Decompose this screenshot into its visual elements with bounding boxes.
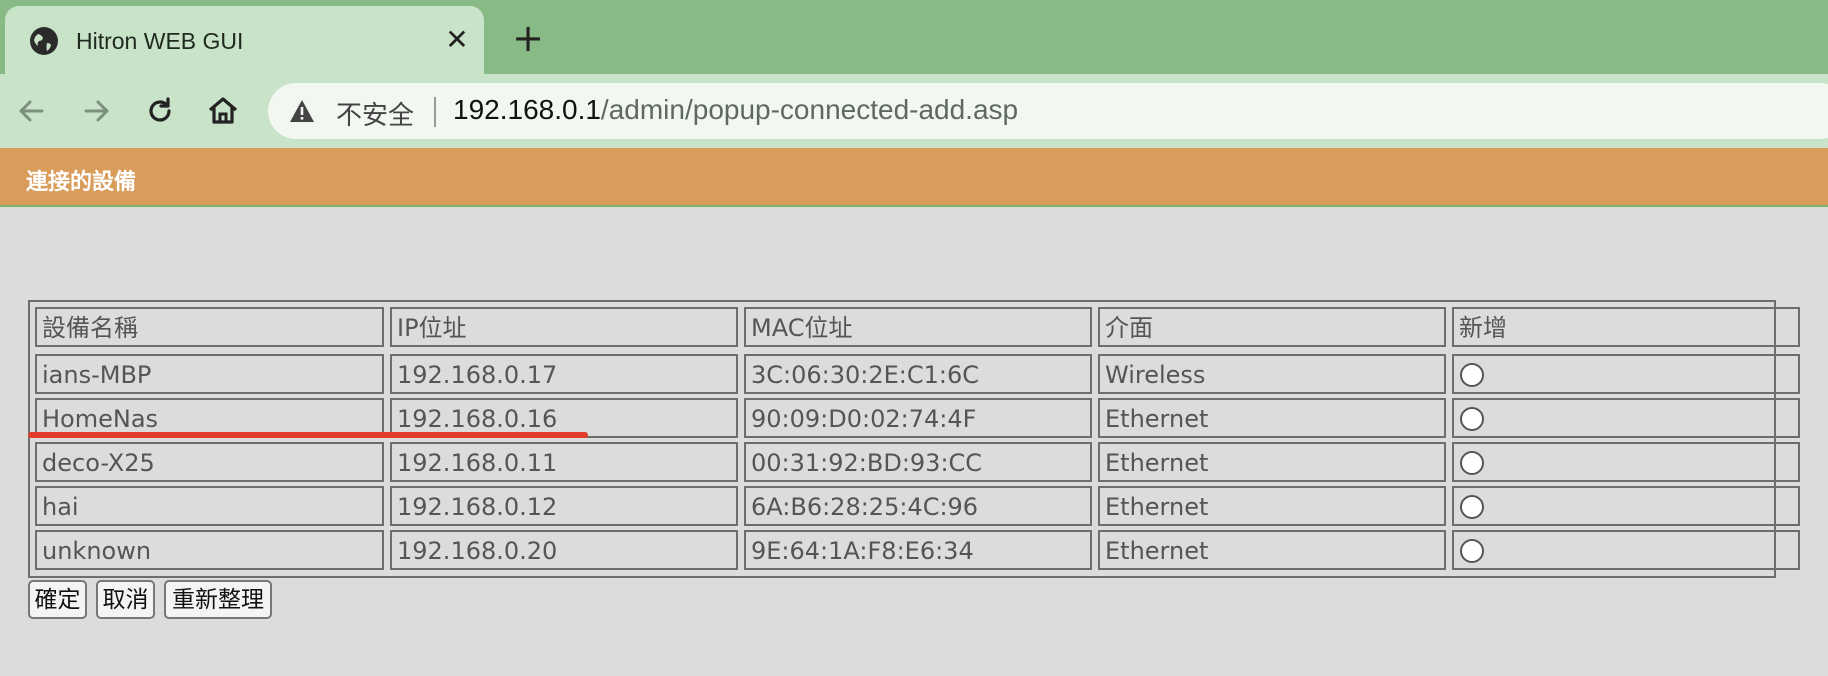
add-device-radio[interactable] — [1460, 495, 1484, 519]
add-device-radio[interactable] — [1460, 451, 1484, 475]
back-arrow-icon[interactable] — [12, 91, 52, 131]
table-cell-add — [1452, 398, 1800, 438]
table-cell-device-name: unknown — [35, 530, 384, 570]
table-cell-mac-address: 3C:06:30:2E:C1:6C — [744, 354, 1092, 394]
forward-arrow-icon[interactable] — [76, 91, 116, 131]
column-header-interface: 介面 — [1098, 307, 1446, 347]
red-underline-annotation — [28, 432, 588, 438]
url-path: /admin/popup-connected-add.asp — [600, 94, 1019, 125]
reload-icon[interactable] — [140, 91, 180, 131]
new-tab-button[interactable]: + — [510, 19, 546, 57]
page-title: 連接的設備 — [26, 170, 137, 195]
table-cell-mac-address: 6A:B6:28:25:4C:96 — [744, 486, 1092, 526]
table-cell-ip-address: 192.168.0.11 — [390, 442, 738, 482]
column-header-mac-address: MAC位址 — [744, 307, 1092, 347]
table-cell-interface: Ethernet — [1098, 442, 1446, 482]
url-host: 192.168.0.1 — [453, 94, 601, 125]
table-cell-add — [1452, 486, 1800, 526]
tab-title: Hitron WEB GUI — [76, 28, 244, 54]
table-cell-interface: Ethernet — [1098, 530, 1446, 570]
security-label[interactable]: 不安全 — [336, 95, 414, 132]
table-cell-ip-address: 192.168.0.12 — [390, 486, 738, 526]
table-cell-add — [1452, 354, 1800, 394]
close-tab-icon[interactable]: ✕ — [441, 24, 473, 56]
warning-triangle-icon — [290, 100, 314, 122]
page-header: 連接的設備 — [0, 148, 1828, 207]
browser-tab[interactable]: Hitron WEB GUI ✕ — [5, 6, 484, 78]
table-cell-interface: Ethernet — [1098, 486, 1446, 526]
table-cell-interface: Ethernet — [1098, 398, 1446, 438]
table-cell-ip-address: 192.168.0.17 — [390, 354, 738, 394]
cancel-button[interactable]: 取消 — [96, 580, 155, 619]
address-bar[interactable]: 不安全 192.168.0.1/admin/popup-connected-ad… — [268, 83, 1828, 139]
table-cell-interface: Wireless — [1098, 354, 1446, 394]
add-device-radio[interactable] — [1460, 363, 1484, 387]
globe-icon — [30, 27, 58, 55]
add-device-radio[interactable] — [1460, 407, 1484, 431]
column-header-add: 新增 — [1452, 307, 1800, 347]
url-text[interactable]: 192.168.0.1/admin/popup-connected-add.as… — [453, 94, 1018, 126]
browser-toolbar: 不安全 192.168.0.1/admin/popup-connected-ad… — [0, 74, 1828, 148]
column-header-device-name: 設備名稱 — [35, 307, 384, 347]
address-divider — [434, 97, 436, 127]
table-cell-add — [1452, 442, 1800, 482]
table-cell-ip-address: 192.168.0.20 — [390, 530, 738, 570]
home-icon[interactable] — [203, 91, 243, 131]
add-device-radio[interactable] — [1460, 539, 1484, 563]
table-cell-mac-address: 90:09:D0:02:74:4F — [744, 398, 1092, 438]
browser-tab-strip: Hitron WEB GUI ✕ + — [0, 0, 1828, 78]
table-cell-device-name: hai — [35, 486, 384, 526]
table-cell-mac-address: 00:31:92:BD:93:CC — [744, 442, 1092, 482]
table-cell-device-name: ians-MBP — [35, 354, 384, 394]
table-cell-mac-address: 9E:64:1A:F8:E6:34 — [744, 530, 1092, 570]
column-header-ip-address: IP位址 — [390, 307, 738, 347]
refresh-button[interactable]: 重新整理 — [164, 580, 272, 619]
table-cell-add — [1452, 530, 1800, 570]
ok-button[interactable]: 確定 — [28, 580, 87, 619]
table-cell-device-name: deco-X25 — [35, 442, 384, 482]
